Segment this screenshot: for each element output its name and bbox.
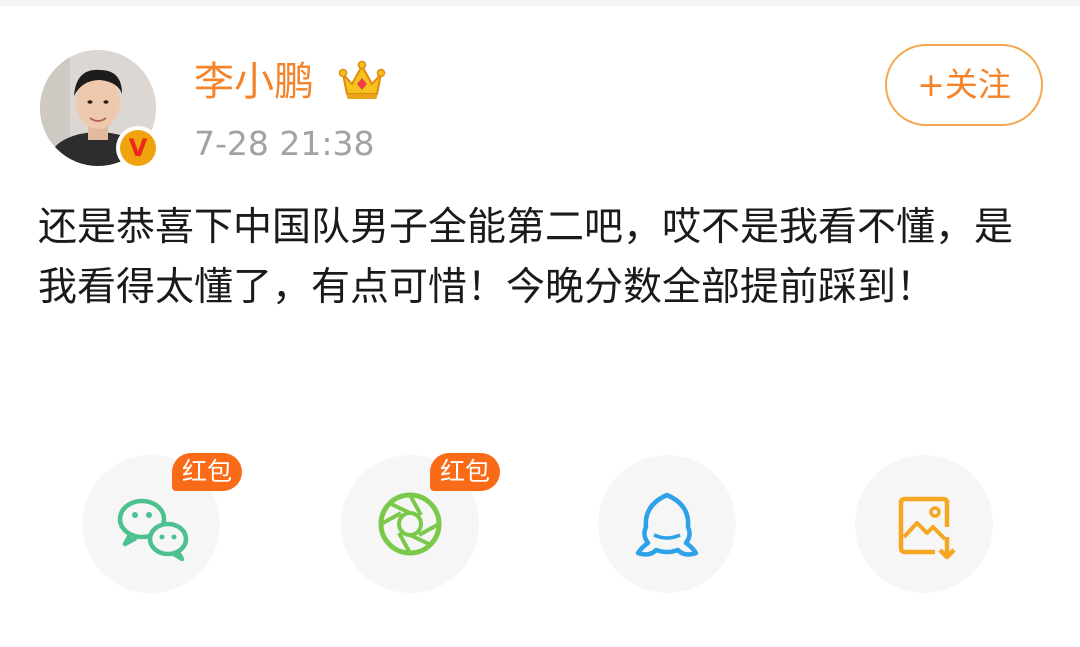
qq-icon: [635, 492, 699, 557]
post-text: 还是恭喜下中国队男子全能第二吧，哎不是我看不懂，是我看得太懂了，有点可惜！今晚分…: [38, 205, 1014, 310]
save-image-icon: [898, 496, 956, 560]
follow-button[interactable]: +关注: [885, 44, 1043, 126]
verified-v-icon: V: [120, 130, 156, 166]
post-timestamp: 7-28 21:38: [194, 124, 375, 163]
share-qq-button[interactable]: [598, 455, 736, 593]
save-image-button[interactable]: [855, 455, 993, 593]
username[interactable]: 李小鹏: [194, 56, 314, 108]
verified-badge: V: [116, 126, 160, 170]
top-divider: [0, 0, 1080, 6]
red-packet-badge: 红包: [172, 453, 242, 491]
red-packet-badge: 红包: [430, 453, 500, 491]
crown-icon: [338, 58, 386, 102]
